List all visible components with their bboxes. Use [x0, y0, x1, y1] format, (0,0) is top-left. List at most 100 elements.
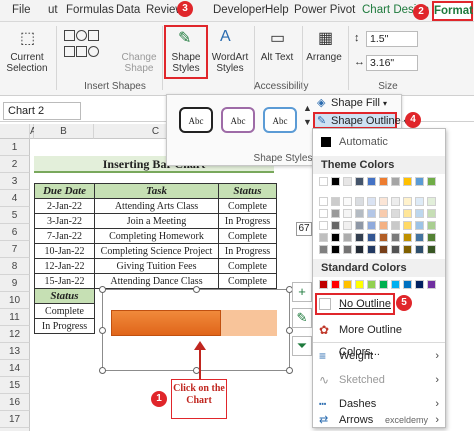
- bar-chart[interactable]: [99, 286, 293, 374]
- color-swatch[interactable]: [355, 280, 364, 289]
- tab-format[interactable]: Format: [432, 1, 473, 21]
- status-complete-cell[interactable]: Complete: [34, 303, 95, 319]
- tab-layout[interactable]: ut: [48, 4, 58, 16]
- color-swatch[interactable]: [343, 221, 352, 230]
- color-swatch[interactable]: [427, 280, 436, 289]
- row-header[interactable]: 5: [0, 207, 30, 224]
- weight-option[interactable]: ≡ Weight ›: [313, 345, 445, 367]
- table-cell[interactable]: Complete: [218, 198, 277, 214]
- row-header[interactable]: 13: [0, 343, 30, 360]
- color-swatch[interactable]: [343, 245, 352, 254]
- row-header[interactable]: 2: [0, 156, 30, 173]
- table-cell[interactable]: Giving Tuition Fees: [94, 258, 219, 274]
- gallery-scroll-down-icon[interactable]: ▼: [303, 117, 312, 127]
- header-status[interactable]: Status: [218, 183, 277, 199]
- row-header[interactable]: 9: [0, 275, 30, 292]
- color-swatch[interactable]: [367, 221, 376, 230]
- color-swatch[interactable]: [355, 209, 364, 218]
- color-swatch[interactable]: [331, 280, 340, 289]
- table-cell[interactable]: Completing Science Project: [94, 243, 219, 259]
- color-swatch[interactable]: [331, 233, 340, 242]
- shapes-gallery[interactable]: [64, 30, 112, 70]
- color-swatch[interactable]: [355, 221, 364, 230]
- dashes-option[interactable]: ┅ Dashes ›: [313, 393, 445, 415]
- table-cell[interactable]: Complete: [218, 228, 277, 244]
- tab-help[interactable]: Help: [265, 4, 289, 16]
- color-swatch[interactable]: [343, 177, 352, 186]
- color-swatch[interactable]: [391, 221, 400, 230]
- row-header[interactable]: 11: [0, 309, 30, 326]
- color-swatch[interactable]: [403, 177, 412, 186]
- color-swatch[interactable]: [415, 245, 424, 254]
- header-due-date[interactable]: Due Date: [34, 183, 95, 199]
- table-cell[interactable]: In Progress: [218, 243, 277, 259]
- table-cell[interactable]: 7-Jan-22: [34, 228, 95, 244]
- color-swatch[interactable]: [367, 280, 376, 289]
- tab-file[interactable]: File: [12, 4, 31, 16]
- color-swatch[interactable]: [391, 245, 400, 254]
- shape-outline-button[interactable]: ✎ Shape Outline ▾: [313, 112, 408, 129]
- shape-fill-button[interactable]: Shape Fill ▾: [331, 97, 387, 109]
- color-swatch[interactable]: [403, 245, 412, 254]
- color-swatch[interactable]: [427, 197, 436, 206]
- resize-handle[interactable]: [99, 286, 106, 293]
- shape-icon[interactable]: [76, 46, 87, 57]
- color-swatch[interactable]: [403, 221, 412, 230]
- color-swatch[interactable]: [427, 221, 436, 230]
- color-swatch[interactable]: [331, 245, 340, 254]
- more-outline-colors-option[interactable]: ✿ More Outline Colors...: [313, 319, 445, 358]
- color-swatch[interactable]: [367, 233, 376, 242]
- resize-handle[interactable]: [99, 327, 106, 334]
- color-swatch[interactable]: [379, 209, 388, 218]
- shape-icon[interactable]: [88, 30, 99, 41]
- arrange-button[interactable]: Arrange: [304, 52, 344, 63]
- row-header[interactable]: 7: [0, 241, 30, 258]
- height-input[interactable]: 1.5": [366, 31, 418, 47]
- select-all-corner[interactable]: [0, 124, 30, 139]
- width-input[interactable]: 3.16": [366, 55, 418, 71]
- color-swatch[interactable]: [343, 233, 352, 242]
- color-swatch[interactable]: [355, 177, 364, 186]
- color-swatch[interactable]: [427, 245, 436, 254]
- automatic-option[interactable]: Automatic: [313, 131, 445, 153]
- tab-developer[interactable]: Developer: [213, 4, 265, 16]
- color-swatch[interactable]: [403, 197, 412, 206]
- color-swatch[interactable]: [343, 209, 352, 218]
- shape-icon[interactable]: [64, 46, 75, 57]
- color-swatch[interactable]: [331, 177, 340, 186]
- table-cell[interactable]: Complete: [218, 273, 277, 289]
- chart-styles-button[interactable]: ✎: [292, 308, 312, 328]
- tab-data[interactable]: Data: [116, 4, 140, 16]
- column-header-b[interactable]: B: [34, 124, 94, 139]
- resize-handle[interactable]: [99, 367, 106, 374]
- row-header[interactable]: 1: [0, 139, 30, 156]
- row-header[interactable]: 14: [0, 360, 30, 377]
- tab-formulas[interactable]: Formulas: [66, 4, 114, 16]
- color-swatch[interactable]: [319, 221, 328, 230]
- color-swatch[interactable]: [391, 233, 400, 242]
- color-swatch[interactable]: [415, 177, 424, 186]
- color-swatch[interactable]: [343, 197, 352, 206]
- color-swatch[interactable]: [415, 233, 424, 242]
- color-swatch[interactable]: [379, 233, 388, 242]
- status-in-progress-cell[interactable]: In Progress: [34, 318, 95, 334]
- color-swatch[interactable]: [331, 209, 340, 218]
- color-swatch[interactable]: [367, 209, 376, 218]
- color-swatch[interactable]: [379, 177, 388, 186]
- name-box[interactable]: Chart 2: [3, 102, 81, 120]
- table-cell[interactable]: Attending Arts Class: [94, 198, 219, 214]
- table-cell[interactable]: Complete: [218, 258, 277, 274]
- color-swatch[interactable]: [415, 209, 424, 218]
- alt-text-button[interactable]: Alt Text: [260, 52, 294, 63]
- color-swatch[interactable]: [367, 245, 376, 254]
- color-swatch[interactable]: [331, 221, 340, 230]
- color-swatch[interactable]: [427, 233, 436, 242]
- color-swatch[interactable]: [319, 209, 328, 218]
- chart-elements-button[interactable]: +: [292, 282, 312, 302]
- row-header[interactable]: 15: [0, 377, 30, 394]
- color-swatch[interactable]: [319, 245, 328, 254]
- chart-filters-button[interactable]: ⏷: [292, 336, 312, 356]
- color-swatch[interactable]: [415, 221, 424, 230]
- table-cell[interactable]: 3-Jan-22: [34, 213, 95, 229]
- color-swatch[interactable]: [355, 233, 364, 242]
